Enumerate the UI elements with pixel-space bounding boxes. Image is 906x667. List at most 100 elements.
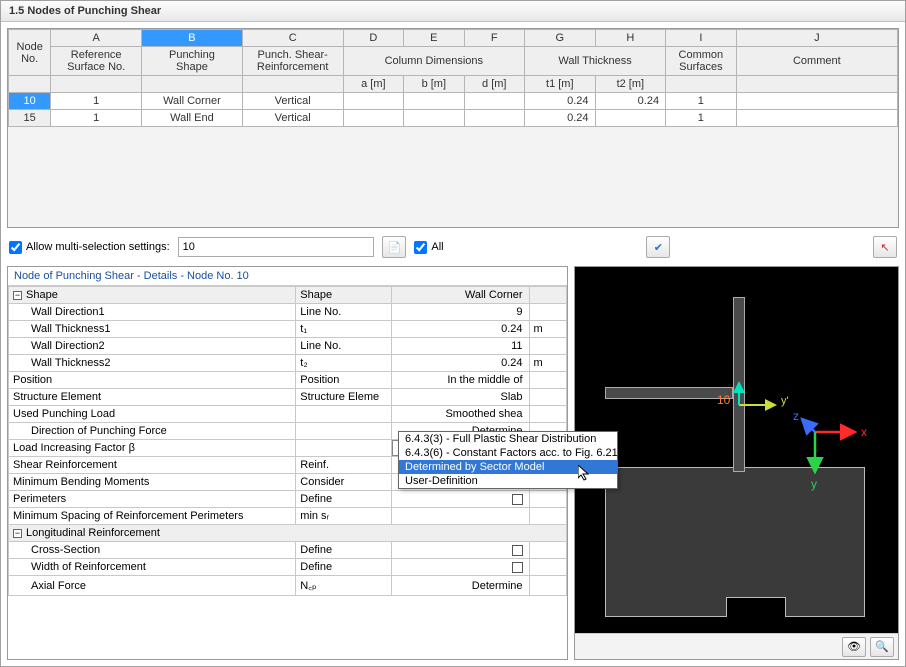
- field-val[interactable]: Determine: [392, 576, 529, 596]
- row-width-reinforcement[interactable]: Width of ReinforcementDefine: [9, 559, 567, 576]
- all-input[interactable]: [414, 241, 427, 254]
- field-val[interactable]: 11: [392, 338, 529, 355]
- collapse-icon[interactable]: −: [13, 291, 22, 300]
- col-comment[interactable]: Comment: [736, 47, 897, 76]
- cell-reinf[interactable]: Vertical: [242, 93, 343, 110]
- cell-ref[interactable]: 1: [51, 93, 142, 110]
- cell-t2[interactable]: [595, 110, 666, 127]
- checkbox-icon[interactable]: [512, 494, 523, 505]
- cell-a[interactable]: [343, 110, 403, 127]
- row-used-punching-load[interactable]: Used Punching Load Smoothed shea: [9, 406, 567, 423]
- dropdown-option[interactable]: 6.4.3(6) - Constant Factors acc. to Fig.…: [399, 446, 617, 460]
- cell-cs[interactable]: 1: [666, 110, 737, 127]
- row-wall-direction2[interactable]: Wall Direction2Line No.11: [9, 338, 567, 355]
- cell-b[interactable]: [404, 110, 464, 127]
- col-letter-a[interactable]: A: [51, 30, 142, 47]
- cell-t1[interactable]: 0.24: [525, 93, 596, 110]
- field-val[interactable]: 0.24: [392, 355, 529, 372]
- field-label: Used Punching Load: [9, 406, 296, 423]
- apply-button[interactable]: ✔: [646, 236, 670, 258]
- field-val[interactable]: Smoothed shea: [392, 406, 529, 423]
- cell-shape[interactable]: Wall End: [142, 110, 243, 127]
- row-wall-direction1[interactable]: Wall Direction1Line No.9: [9, 304, 567, 321]
- cell-ref[interactable]: 1: [51, 110, 142, 127]
- sheet-button[interactable]: 📄: [382, 236, 406, 258]
- field-sub: Line No.: [296, 338, 392, 355]
- row-cross-section[interactable]: Cross-SectionDefine: [9, 542, 567, 559]
- cell-a[interactable]: [343, 93, 403, 110]
- cell-cs[interactable]: 1: [666, 93, 737, 110]
- cell-t1[interactable]: 0.24: [525, 110, 596, 127]
- field-val[interactable]: In the middle of: [392, 372, 529, 389]
- field-val[interactable]: [392, 508, 529, 525]
- cell-d[interactable]: [464, 110, 524, 127]
- cell-comment[interactable]: [736, 93, 897, 110]
- col-letter-h[interactable]: H: [595, 30, 666, 47]
- col-letter-c[interactable]: C: [242, 30, 343, 47]
- col-letter-j[interactable]: J: [736, 30, 897, 47]
- field-unit: m: [529, 355, 566, 372]
- col-shear-reinf[interactable]: Punch. Shear- Reinforcement: [242, 47, 343, 76]
- table-row[interactable]: 10 1 Wall Corner Vertical 0.24 0.24 1: [9, 93, 898, 110]
- field-val[interactable]: 9: [392, 304, 529, 321]
- view-button[interactable]: 👁: [842, 637, 866, 657]
- col-letter-e[interactable]: E: [404, 30, 464, 47]
- cell-b[interactable]: [404, 93, 464, 110]
- col-node-no[interactable]: Node No.: [9, 30, 51, 76]
- allow-multi-checkbox[interactable]: Allow multi-selection settings:: [9, 241, 170, 254]
- field-sub: Line No.: [296, 304, 392, 321]
- field-val[interactable]: [392, 542, 529, 559]
- field-val[interactable]: [392, 559, 529, 576]
- col-a[interactable]: a [m]: [343, 76, 403, 93]
- dropdown-option[interactable]: 6.4.3(3) - Full Plastic Shear Distributi…: [399, 432, 617, 446]
- cell-node-no[interactable]: 10: [9, 93, 51, 110]
- col-reference[interactable]: Reference Surface No.: [51, 47, 142, 76]
- all-checkbox[interactable]: All: [414, 241, 443, 254]
- col-common-surfaces[interactable]: Common Surfaces: [666, 47, 737, 76]
- field-val[interactable]: 0.24: [392, 321, 529, 338]
- cell-d[interactable]: [464, 93, 524, 110]
- row-position[interactable]: PositionPositionIn the middle of: [9, 372, 567, 389]
- field-val[interactable]: Slab: [392, 389, 529, 406]
- col-punching-shape[interactable]: Punching Shape: [142, 47, 243, 76]
- pick-button[interactable]: ↖: [873, 236, 897, 258]
- col-d[interactable]: d [m]: [464, 76, 524, 93]
- col-letter-b[interactable]: B: [142, 30, 243, 47]
- group-shape[interactable]: −Shape Shape Wall Corner: [9, 287, 567, 304]
- col-t1[interactable]: t1 [m]: [525, 76, 596, 93]
- col-t2[interactable]: t2 [m]: [595, 76, 666, 93]
- cell-reinf[interactable]: Vertical: [242, 110, 343, 127]
- field-label: Perimeters: [9, 491, 296, 508]
- load-factor-dropdown[interactable]: 6.4.3(3) - Full Plastic Shear Distributi…: [398, 431, 618, 489]
- row-min-spacing-perimeters[interactable]: Minimum Spacing of Reinforcement Perimet…: [9, 508, 567, 525]
- row-wall-thickness2[interactable]: Wall Thickness2t₂0.24m: [9, 355, 567, 372]
- punching-table[interactable]: Node No. A B C D E F G H I J Reference S…: [8, 29, 898, 228]
- col-b[interactable]: b [m]: [404, 76, 464, 93]
- dropdown-option[interactable]: User-Definition: [399, 474, 617, 488]
- cell-comment[interactable]: [736, 110, 897, 127]
- punching-grid[interactable]: Node No. A B C D E F G H I J Reference S…: [7, 28, 899, 228]
- group-longitudinal-reinf[interactable]: −Longitudinal Reinforcement: [9, 525, 567, 542]
- cell-t2[interactable]: 0.24: [595, 93, 666, 110]
- col-letter-f[interactable]: F: [464, 30, 524, 47]
- cell-node-no[interactable]: 15: [9, 110, 51, 127]
- col-letter-g[interactable]: G: [525, 30, 596, 47]
- row-perimeters[interactable]: PerimetersDefine: [9, 491, 567, 508]
- field-val[interactable]: [392, 491, 529, 508]
- col-letter-i[interactable]: I: [666, 30, 737, 47]
- cell-shape[interactable]: Wall Corner: [142, 93, 243, 110]
- zoom-button[interactable]: 🔍: [870, 637, 894, 657]
- row-structure-element[interactable]: Structure ElementStructure ElemeSlab: [9, 389, 567, 406]
- field-val[interactable]: Wall Corner: [392, 287, 529, 304]
- row-axial-force[interactable]: Axial ForceN꜀ₚDetermine: [9, 576, 567, 596]
- collapse-icon[interactable]: −: [13, 529, 22, 538]
- col-letter-d[interactable]: D: [343, 30, 403, 47]
- table-row[interactable]: 15 1 Wall End Vertical 0.24 1: [9, 110, 898, 127]
- checkbox-icon[interactable]: [512, 545, 523, 556]
- checkbox-icon[interactable]: [512, 562, 523, 573]
- row-wall-thickness1[interactable]: Wall Thickness1t₁0.24m: [9, 321, 567, 338]
- allow-multi-input[interactable]: [9, 241, 22, 254]
- dropdown-option-selected[interactable]: Determined by Sector Model: [399, 460, 617, 474]
- grid-subheader-row: a [m] b [m] d [m] t1 [m] t2 [m]: [9, 76, 898, 93]
- multi-selection-input[interactable]: [178, 237, 375, 257]
